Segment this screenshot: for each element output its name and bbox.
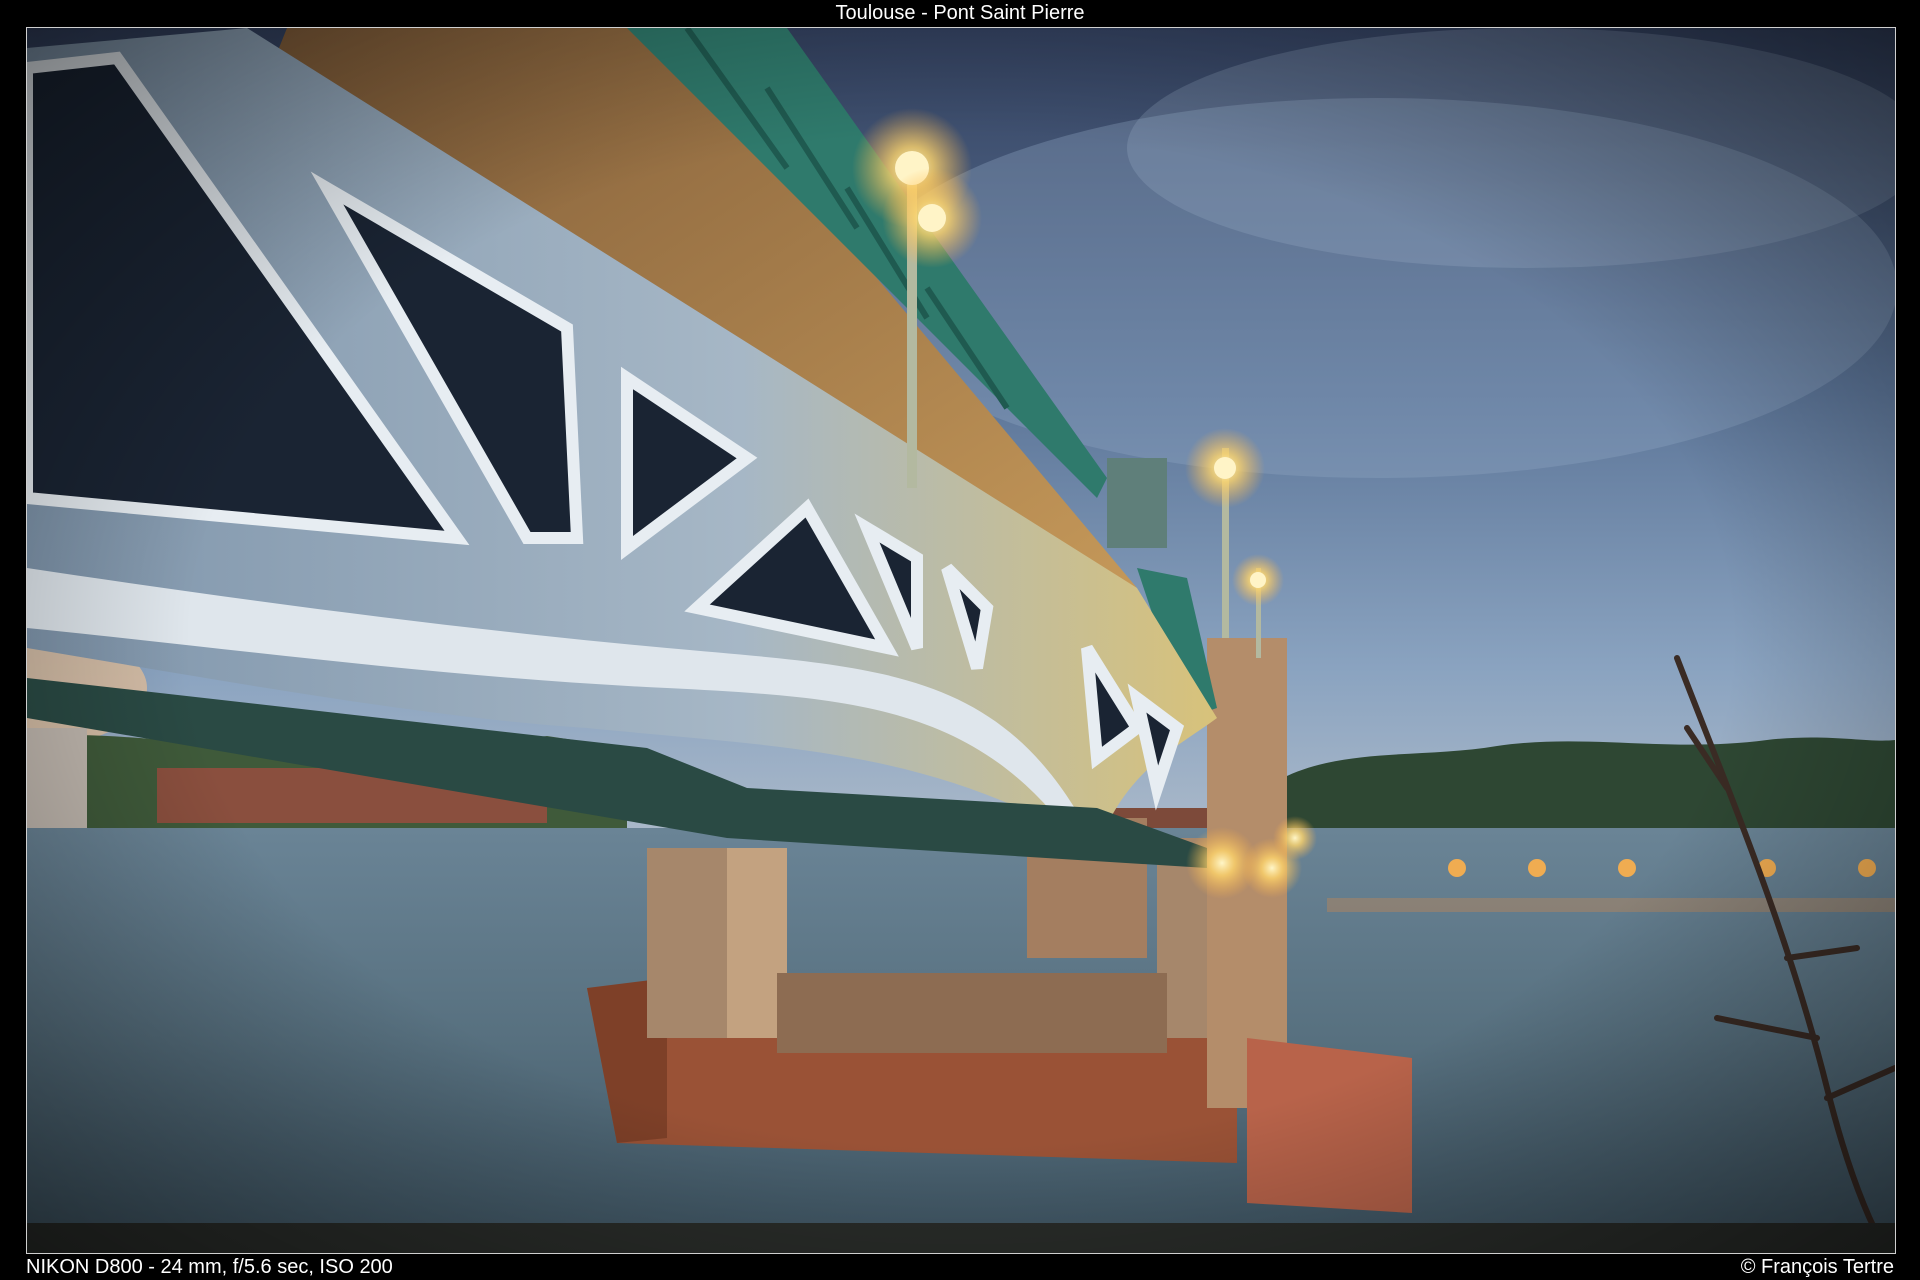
exif-caption: NIKON D800 - 24 mm, f/5.6 sec, ISO 200 [26,1256,393,1278]
vignette [27,28,1895,1253]
copyright-caption: © François Tertre [1740,1256,1894,1278]
photo-frame: Toulouse - Pont Saint Pierre NIKON D800 … [0,0,1920,1280]
photograph [26,27,1896,1254]
bridge-scene [27,28,1895,1253]
photo-title: Toulouse - Pont Saint Pierre [835,2,1085,24]
